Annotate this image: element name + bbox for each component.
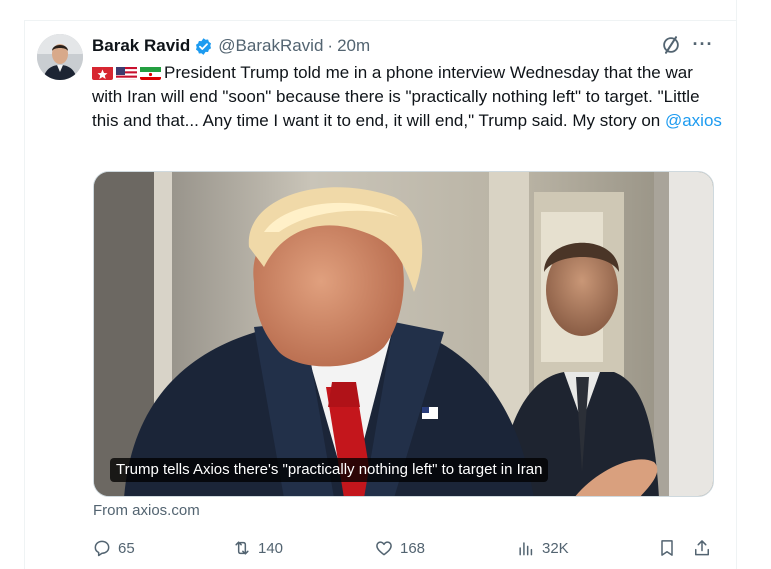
timestamp[interactable]: 20m bbox=[337, 36, 370, 56]
bookmark-icon bbox=[661, 540, 673, 556]
views-button[interactable]: 32K bbox=[516, 535, 569, 561]
author-handle[interactable]: @BarakRavid bbox=[218, 36, 323, 56]
verified-badge-icon bbox=[194, 37, 213, 56]
iran-flag-icon bbox=[140, 65, 161, 80]
israel-flag-icon bbox=[92, 65, 113, 80]
repost-button[interactable]: 140 bbox=[232, 535, 283, 561]
heart-icon bbox=[376, 541, 392, 556]
link-card-title: Trump tells Axios there's "practically n… bbox=[110, 458, 549, 482]
share-icon bbox=[695, 540, 709, 556]
action-bar: 65 140 168 32K bbox=[92, 535, 722, 561]
reply-button[interactable]: 65 bbox=[92, 535, 135, 561]
news-photo bbox=[94, 172, 713, 496]
reply-count: 65 bbox=[118, 539, 135, 557]
mention-link[interactable]: @axios bbox=[665, 111, 722, 130]
repost-icon bbox=[235, 541, 249, 555]
avatar[interactable] bbox=[37, 34, 83, 80]
share-button[interactable] bbox=[692, 535, 712, 561]
author-name[interactable]: Barak Ravid bbox=[92, 36, 190, 56]
bookmark-button[interactable] bbox=[657, 535, 677, 561]
repost-count: 140 bbox=[258, 539, 284, 557]
tweet-body: President Trump told me in a phone inter… bbox=[92, 63, 700, 130]
link-source[interactable]: From axios.com bbox=[93, 502, 200, 519]
link-card-image[interactable]: Trump tells Axios there's "practically n… bbox=[93, 171, 714, 497]
reply-icon bbox=[94, 540, 110, 557]
grok-icon[interactable] bbox=[660, 34, 682, 56]
like-button[interactable]: 168 bbox=[374, 535, 425, 561]
divider bbox=[736, 0, 737, 20]
tweet-header: Barak Ravid @BarakRavid · 20m bbox=[92, 34, 370, 58]
tweet-text: President Trump told me in a phone inter… bbox=[92, 61, 722, 133]
more-options-icon[interactable]: ··· bbox=[692, 33, 714, 55]
view-count: 32K bbox=[542, 539, 569, 557]
previous-post-edge bbox=[0, 0, 771, 20]
separator-dot: · bbox=[327, 36, 334, 55]
us-flag-icon bbox=[116, 65, 137, 80]
analytics-icon bbox=[519, 542, 533, 556]
like-count: 168 bbox=[400, 539, 426, 557]
